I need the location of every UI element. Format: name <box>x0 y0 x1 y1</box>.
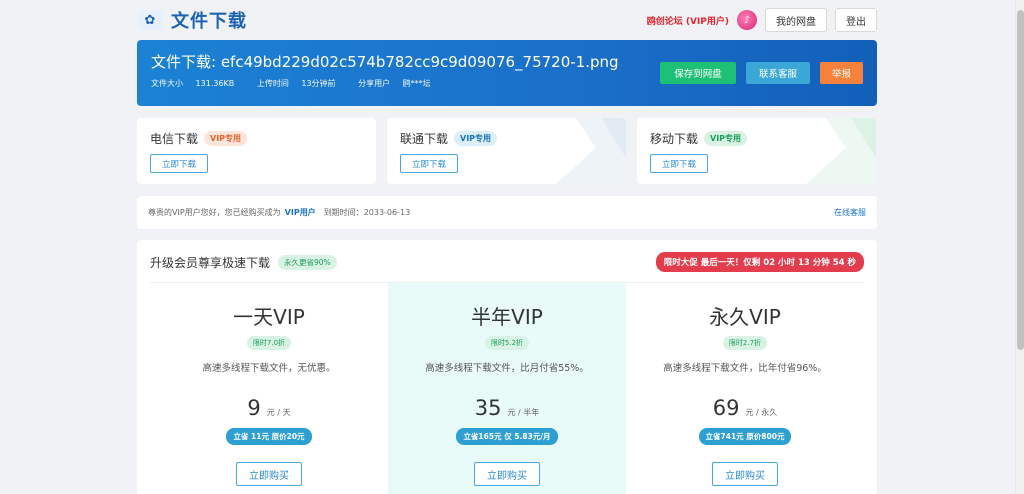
save-to-drive-button[interactable]: 保存到网盘 <box>660 62 736 84</box>
top-right-nav: 鸥创论坛 (VIP用户) ♪ 我的网盘 登出 <box>647 8 877 32</box>
scrollbar-thumb[interactable] <box>1017 10 1024 350</box>
plan-description: 高速多线程下载文件，无优惠。 <box>202 363 336 374</box>
plan-description: 高速多线程下载文件，比月付省55%。 <box>425 363 589 374</box>
plan-name: 一天VIP <box>233 305 305 329</box>
online-service-link[interactable]: 在线客服 <box>834 207 866 218</box>
card-title: 联通下载 <box>400 132 449 146</box>
vip-badge: VIP专用 <box>454 131 498 146</box>
plan-price: 69 <box>712 396 740 420</box>
plan-savings-badge: 立省 11元 原价20元 <box>226 428 312 445</box>
file-actions: 保存到网盘 联系客服 举报 <box>660 62 863 84</box>
plan-unit: 元 / 半年 <box>507 408 540 417</box>
upload-time: 上传时间 13分钟前 <box>256 79 336 88</box>
top-bar: ✿ 文件下载 鸥创论坛 (VIP用户) ♪ 我的网盘 登出 <box>137 6 877 34</box>
discount-badge: 永久更省90% <box>278 254 337 270</box>
plan-unit: 元 / 永久 <box>745 408 778 417</box>
plan-price: 9 <box>247 396 261 420</box>
page-scrollbar[interactable] <box>1015 0 1024 494</box>
card-title: 电信下载 <box>150 132 199 146</box>
download-card-unicom: 联通下载 VIP专用 立即下载 <box>387 118 626 184</box>
download-card-telecom: 电信下载 VIP专用 立即下载 <box>137 118 376 184</box>
notice-text: 尊贵的VIP用户您好，您已经购买成为 <box>148 208 281 217</box>
sharer: 分享用户 鸥***坛 <box>358 79 431 88</box>
plan-price: 35 <box>474 396 502 420</box>
plan-discount-tag: 限时7.0折 <box>246 336 292 350</box>
vip-status-link[interactable]: VIP用户 <box>285 207 316 218</box>
vip-badge: VIP专用 <box>704 131 748 146</box>
my-drive-button[interactable]: 我的网盘 <box>765 8 827 32</box>
buy-half-year-vip-button[interactable]: 立即购买 <box>474 462 540 486</box>
logo[interactable]: ✿ 文件下载 <box>137 7 247 33</box>
plan-unit: 元 / 天 <box>266 408 291 417</box>
plan-savings-badge: 立省165元 仅 5.83元/月 <box>456 428 558 445</box>
download-card-mobile: 移动下载 VIP专用 立即下载 <box>637 118 876 184</box>
card-title: 移动下载 <box>650 132 699 146</box>
plan-name: 半年VIP <box>471 305 543 329</box>
expire-label: 到期时间： <box>323 208 364 217</box>
buy-permanent-vip-button[interactable]: 立即购买 <box>712 462 778 486</box>
plan-discount-tag: 限时5.2折 <box>484 336 530 350</box>
avatar[interactable]: ♪ <box>737 10 757 30</box>
download-mobile-button[interactable]: 立即下载 <box>650 154 708 173</box>
buy-day-vip-button[interactable]: 立即购买 <box>236 462 302 486</box>
expire-date: 2033-06-13 <box>363 208 411 217</box>
vip-badge: VIP专用 <box>204 131 248 146</box>
plan-card-permanent: 永久VIP 限时2.7折 高速多线程下载文件，比年付省96%。 69 元 / 永… <box>626 283 864 494</box>
plan-discount-tag: 限时2.7折 <box>722 336 768 350</box>
vip-notice: 尊贵的VIP用户您好，您已经购买成为 VIP用户 到期时间： 2033-06-1… <box>137 196 877 229</box>
plan-name: 永久VIP <box>709 305 781 329</box>
forum-user-link[interactable]: 鸥创论坛 (VIP用户) <box>647 14 729 27</box>
page-title: 文件下载 <box>171 11 247 32</box>
card-decoration <box>556 118 626 184</box>
plan-savings-badge: 立省741元 原价800元 <box>698 428 792 445</box>
plan-description: 高速多线程下载文件，比年付省96%。 <box>663 363 827 374</box>
contact-service-button[interactable]: 联系客服 <box>746 62 810 84</box>
logo-icon: ✿ <box>137 10 163 30</box>
card-decoration <box>806 118 876 184</box>
report-button[interactable]: 举报 <box>820 62 863 84</box>
download-unicom-button[interactable]: 立即下载 <box>400 154 458 173</box>
plan-card-day: 一天VIP 限时7.0折 高速多线程下载文件，无优惠。 9 元 / 天 立省 1… <box>150 283 388 494</box>
file-banner: 文件下载: efc49bd229d02c574b782cc9c9d09076_7… <box>137 40 877 106</box>
vip-plans-section: 升级会员尊享极速下载 永久更省90% 限时大促 最后一天！仅剩 02 小时 13… <box>137 240 877 494</box>
download-telecom-button[interactable]: 立即下载 <box>150 154 208 173</box>
logout-button[interactable]: 登出 <box>835 8 877 32</box>
plans-title: 升级会员尊享极速下载 <box>150 255 271 270</box>
file-size: 文件大小 131.36KB <box>151 79 235 88</box>
plan-card-half-year: 半年VIP 限时5.2折 高速多线程下载文件，比月付省55%。 35 元 / 半… <box>388 283 626 494</box>
promo-countdown-badge: 限时大促 最后一天！仅剩 02 小时 13 分钟 54 秒 <box>655 252 864 272</box>
